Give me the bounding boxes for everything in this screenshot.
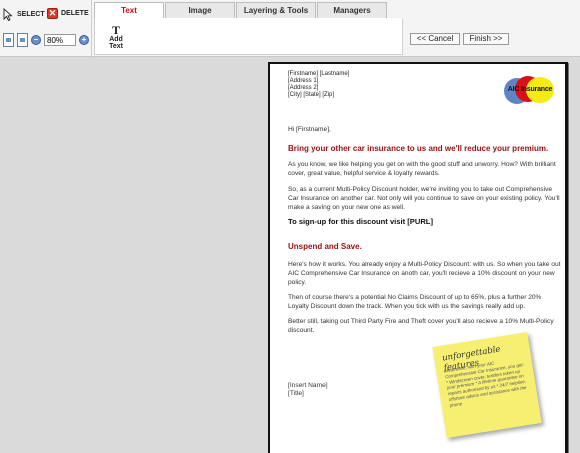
paragraph-4[interactable]: Then of course there's a potential No Cl… xyxy=(288,293,563,311)
cancel-button[interactable]: << Cancel xyxy=(410,33,460,45)
left-tools: SELECT ✕ DELETE − + xyxy=(0,0,92,57)
address-line: [City] [State] [Zip] xyxy=(288,92,335,98)
address-block[interactable]: [Firstname] [Lastname] [Address 1] [Addr… xyxy=(288,71,349,99)
tab-layering-tools[interactable]: Layering & Tools xyxy=(236,2,316,18)
text-tool-icon: T xyxy=(111,23,120,37)
fit-width-icon[interactable] xyxy=(17,33,28,47)
address-line: [Address 1] xyxy=(288,78,319,84)
select-button[interactable]: SELECT xyxy=(3,8,45,21)
paragraph-3[interactable]: Here's how it works. You already enjoy a… xyxy=(288,260,563,287)
tab-managers[interactable]: Managers xyxy=(317,2,387,18)
address-line: [Address 2] xyxy=(288,85,319,91)
zoom-input[interactable] xyxy=(44,34,76,46)
logo-text: AIC Insurance xyxy=(507,86,553,93)
paragraph-2[interactable]: So, as a current Multi-Policy Discount h… xyxy=(288,185,563,212)
heading-unspend[interactable]: Unspend and Save. xyxy=(288,242,563,252)
select-label: SELECT xyxy=(17,11,45,18)
greeting[interactable]: Hi [Firstname], xyxy=(288,125,563,134)
tab-text[interactable]: Text xyxy=(94,2,164,19)
cursor-icon xyxy=(3,8,13,21)
finish-button[interactable]: Finish >> xyxy=(463,33,509,45)
sticky-note[interactable]: unforgettable features Meanwhile, with y… xyxy=(432,332,542,438)
tab-image[interactable]: Image xyxy=(165,2,235,18)
zoom-controls: − + xyxy=(3,33,89,47)
editor-canvas: [Firstname] [Lastname] [Address 1] [Addr… xyxy=(0,58,580,453)
fit-page-icon[interactable] xyxy=(3,33,14,47)
delete-button[interactable]: ✕ DELETE xyxy=(47,8,89,19)
text-tab-panel: T Add Text xyxy=(94,18,403,55)
toolbar: SELECT ✕ DELETE − + Text Image Layering … xyxy=(0,0,580,57)
add-text-label: Add Text xyxy=(109,36,123,50)
add-text-button[interactable]: T Add Text xyxy=(102,24,130,50)
delete-label: DELETE xyxy=(61,10,89,17)
letter-page: [Firstname] [Lastname] [Address 1] [Addr… xyxy=(268,62,568,453)
signup-line[interactable]: To sign-up for this discount visit [PURL… xyxy=(288,217,563,226)
delete-icon: ✕ xyxy=(47,8,58,19)
address-line: [Firstname] [Lastname] xyxy=(288,71,350,77)
paragraph-1[interactable]: As you know, we like helping you get on … xyxy=(288,160,563,178)
zoom-in-button[interactable]: + xyxy=(79,35,89,45)
heading-premium[interactable]: Bring your other car insurance to us and… xyxy=(288,144,563,154)
aic-logo[interactable]: AIC Insurance xyxy=(504,76,554,104)
zoom-out-button[interactable]: − xyxy=(31,35,41,45)
tab-bar: Text Image Layering & Tools Managers xyxy=(94,2,388,19)
